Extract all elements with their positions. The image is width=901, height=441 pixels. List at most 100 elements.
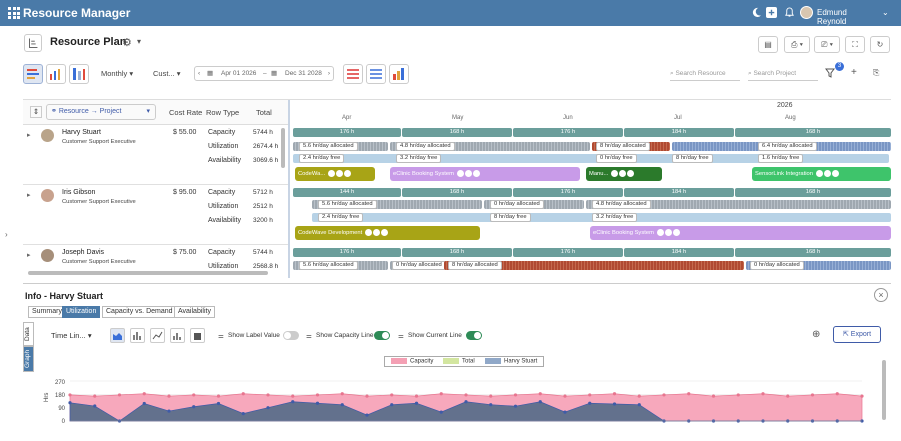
resource-name[interactable]: Iris Gibson [62,189,95,196]
project-bar[interactable]: Manu... [586,167,662,181]
column-chart-button[interactable] [190,328,205,343]
tab-summary[interactable]: Summary [28,306,66,318]
close-icon[interactable]: × [874,288,888,302]
heatmap-view-button[interactable] [69,64,89,84]
period-select[interactable]: Time Lin... ▾ [51,328,92,343]
total-header[interactable]: Total [256,108,272,117]
capacity-bar[interactable]: 176 h [513,248,623,257]
expand-icon[interactable]: ▸ [27,131,31,139]
date-range-picker[interactable]: ‹ ▦ Apr 01 2026 – ▦ Dec 31 2028 › [194,66,334,81]
chevron-down-icon[interactable]: ⌄ [882,8,889,17]
view-mode-select[interactable]: Monthly ▾ [101,66,133,81]
resource-plan-icon [24,34,42,52]
collapse-left-icon[interactable]: › [5,230,8,239]
show-current-line-toggle[interactable] [466,331,482,340]
notification-icon[interactable] [784,7,795,18]
panel-divider[interactable] [23,283,891,284]
area-chart-button[interactable] [110,328,125,343]
zoom-icon[interactable]: ⊕ [812,329,820,340]
capacity-bar[interactable]: 184 h [624,128,734,137]
sort-icon[interactable]: ⇕ [30,106,42,118]
project-list-button[interactable] [366,64,386,84]
export-button[interactable]: ⇱ Export [833,326,881,343]
grid-horizontal-scrollbar[interactable] [28,271,268,275]
resource-name[interactable]: Joseph Davis [62,249,104,256]
chart-legend: Capacity Total Harvy Stuart [384,356,544,367]
tab-utilization[interactable]: Utilization [62,306,101,318]
caret-down-icon[interactable]: ▾ [137,37,141,46]
resource-name[interactable]: Harvy Stuart [62,129,101,136]
capacity-bar[interactable]: 144 h [293,188,401,197]
show-capacity-line-toggle[interactable] [374,331,390,340]
moon-icon[interactable] [751,7,762,18]
data-point [810,393,815,397]
resource-row[interactable]: ▸ Harvy Stuart Customer Support Executiv… [23,125,288,185]
project-bar[interactable]: SensorLink Integration [752,167,891,181]
tab-availability[interactable]: Availability [174,306,215,318]
resource-list-button[interactable] [343,64,363,84]
capacity-bar[interactable]: 176 h [513,188,623,197]
gantt-view-button[interactable] [23,64,43,84]
add-icon[interactable]: + [851,67,857,78]
chart-scrollbar[interactable] [882,360,886,420]
resource-row[interactable]: ▸ Iris Gibson Customer Support Executive… [23,185,288,245]
range-mode-select[interactable]: Cust... ▾ [153,66,181,81]
utilization-label: 8 hr/day allocated [596,142,650,151]
side-tab-data[interactable]: Data [23,322,34,346]
capacity-bar[interactable]: 168 h [735,248,891,257]
legend-resource[interactable]: Harvy Stuart [485,358,537,365]
search-project-input[interactable]: ⌕ Search Project [748,66,818,81]
user-avatar[interactable] [800,6,813,19]
availability-label: 0 hr/day free [596,154,637,163]
label-value-icon: ⚌ [218,333,224,340]
show-label-value-toggle[interactable] [283,331,299,340]
capacity-bar[interactable]: 176 h [513,128,623,137]
expand-icon[interactable]: ▸ [27,251,31,259]
grid-vertical-scrollbar[interactable] [281,128,285,168]
capacity-bar[interactable]: 184 h [624,248,734,257]
capacity-bar[interactable]: 168 h [402,128,512,137]
side-tab-graph[interactable]: Graph [23,346,34,372]
group-by-select[interactable]: ⚭ Resource → Project ▾ [46,104,156,120]
capacity-bar[interactable]: 168 h [402,248,512,257]
export-menu-button[interactable]: ⎙ ▾ [784,36,810,53]
project-bar[interactable]: eClinic Booking System [390,167,580,181]
capacity-bar[interactable]: 168 h [402,188,512,197]
legend-capacity[interactable]: Capacity [391,358,433,365]
chart-view-button[interactable] [46,64,66,84]
next-icon: › [327,70,330,77]
capacity-bar[interactable]: 184 h [624,188,734,197]
tab-capacity-demand[interactable]: Capacity vs. Demand [102,306,177,318]
row-type: Utilization [208,143,239,150]
data-point [761,392,765,396]
app-grid-icon[interactable] [8,7,20,19]
capacity-bar[interactable]: 176 h [293,248,401,257]
search-resource-input[interactable]: ⌕ Search Resource [670,66,740,81]
document-icon[interactable]: ▤ [758,36,778,53]
timeline: 2026 Apr May Jun Jul Aug 176 h 168 h 176… [288,100,891,278]
data-point [612,402,617,406]
row-type-header[interactable]: Row Type [206,108,239,117]
capacity-bar[interactable]: 168 h [735,128,891,137]
line-chart-button[interactable] [150,328,165,343]
expand-icon[interactable]: ▸ [27,191,31,199]
data-point [464,400,468,404]
project-bar[interactable]: eClinic Booking System [590,226,891,240]
project-bar[interactable]: CodeWave Development [295,226,480,240]
bar-chart-button[interactable] [130,328,145,343]
capacity-bar[interactable]: 176 h [293,128,401,137]
project-bar[interactable]: CodeWa... [295,167,375,181]
capacity-bar[interactable]: 168 h [735,188,891,197]
stacked-chart-button[interactable] [170,328,185,343]
user-name[interactable]: Edmund Reynold [817,8,871,26]
add-icon[interactable] [766,7,777,18]
fullscreen-icon[interactable]: ⛶ [845,36,865,53]
cost-rate-header[interactable]: Cost Rate [169,108,202,117]
settings-icon[interactable]: ⎘ [873,68,879,78]
legend-total[interactable]: Total [443,358,475,365]
refresh-icon[interactable]: ↻ [870,36,890,53]
gear-icon[interactable]: ⚙ [122,36,132,49]
analytics-button[interactable] [389,64,409,84]
filter-icon[interactable] [825,68,835,78]
print-menu-button[interactable]: ⎚ ▾ [814,36,840,53]
